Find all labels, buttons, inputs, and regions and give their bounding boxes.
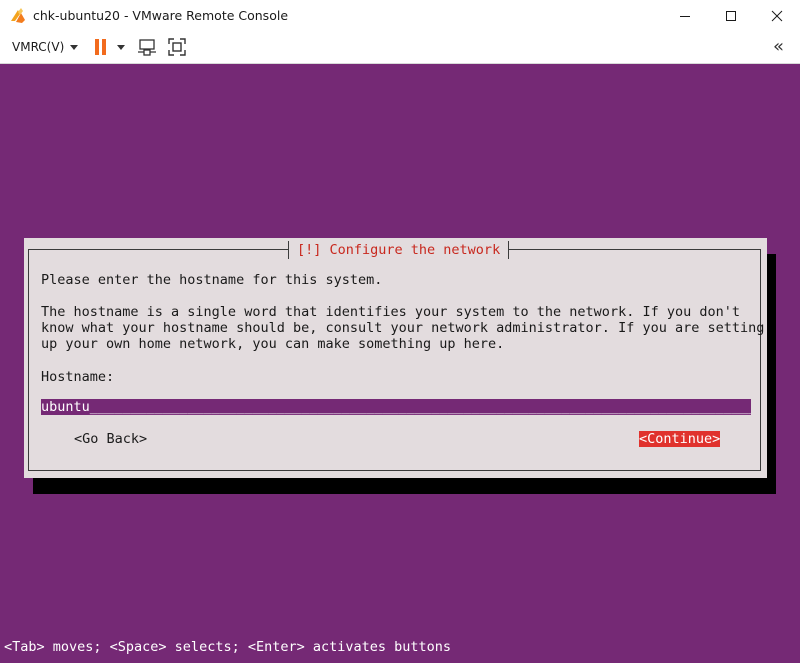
fullscreen-icon[interactable] (167, 37, 187, 57)
hostname-prompt: Please enter the hostname for this syste… (41, 272, 383, 288)
maximize-icon (726, 10, 736, 21)
go-back-button[interactable]: <Go Back> (74, 431, 147, 447)
hostname-input[interactable]: ubuntu__________________________________… (41, 399, 751, 415)
minimize-icon (680, 15, 690, 17)
dialog-title: [!] Configure the network (288, 241, 510, 259)
status-line: <Tab> moves; <Space> selects; <Enter> ac… (4, 639, 452, 655)
continue-button[interactable]: <Continue> (639, 431, 721, 447)
collapse-icon[interactable]: « (773, 36, 784, 57)
chevron-down-icon (70, 44, 79, 50)
pause-icon[interactable] (94, 38, 108, 56)
window-title-bar: chk-ubuntu20 - VMware Remote Console (0, 0, 800, 32)
vmrc-toolbar: VMRC(V) « (0, 31, 800, 64)
vmrc-menu-label: VMRC(V) (12, 40, 65, 54)
vmrc-menu-button[interactable]: VMRC(V) (12, 40, 79, 54)
hostname-value: ubuntu (41, 399, 90, 415)
send-ctrl-alt-del-icon[interactable] (137, 37, 157, 57)
hostname-label: Hostname: (41, 369, 115, 385)
description-line-1: The hostname is a single word that ident… (41, 304, 740, 320)
maximize-button[interactable] (708, 0, 754, 31)
close-button[interactable] (754, 0, 800, 31)
description-line-2: know what your hostname should be, consu… (41, 320, 765, 336)
pause-dropdown-chevron-icon[interactable] (117, 45, 125, 50)
vmware-app-icon (11, 8, 25, 23)
minimize-button[interactable] (662, 0, 708, 31)
close-icon (771, 10, 783, 21)
window-title: chk-ubuntu20 - VMware Remote Console (33, 8, 289, 23)
description-line-3: up your own home network, you can make s… (41, 336, 505, 352)
